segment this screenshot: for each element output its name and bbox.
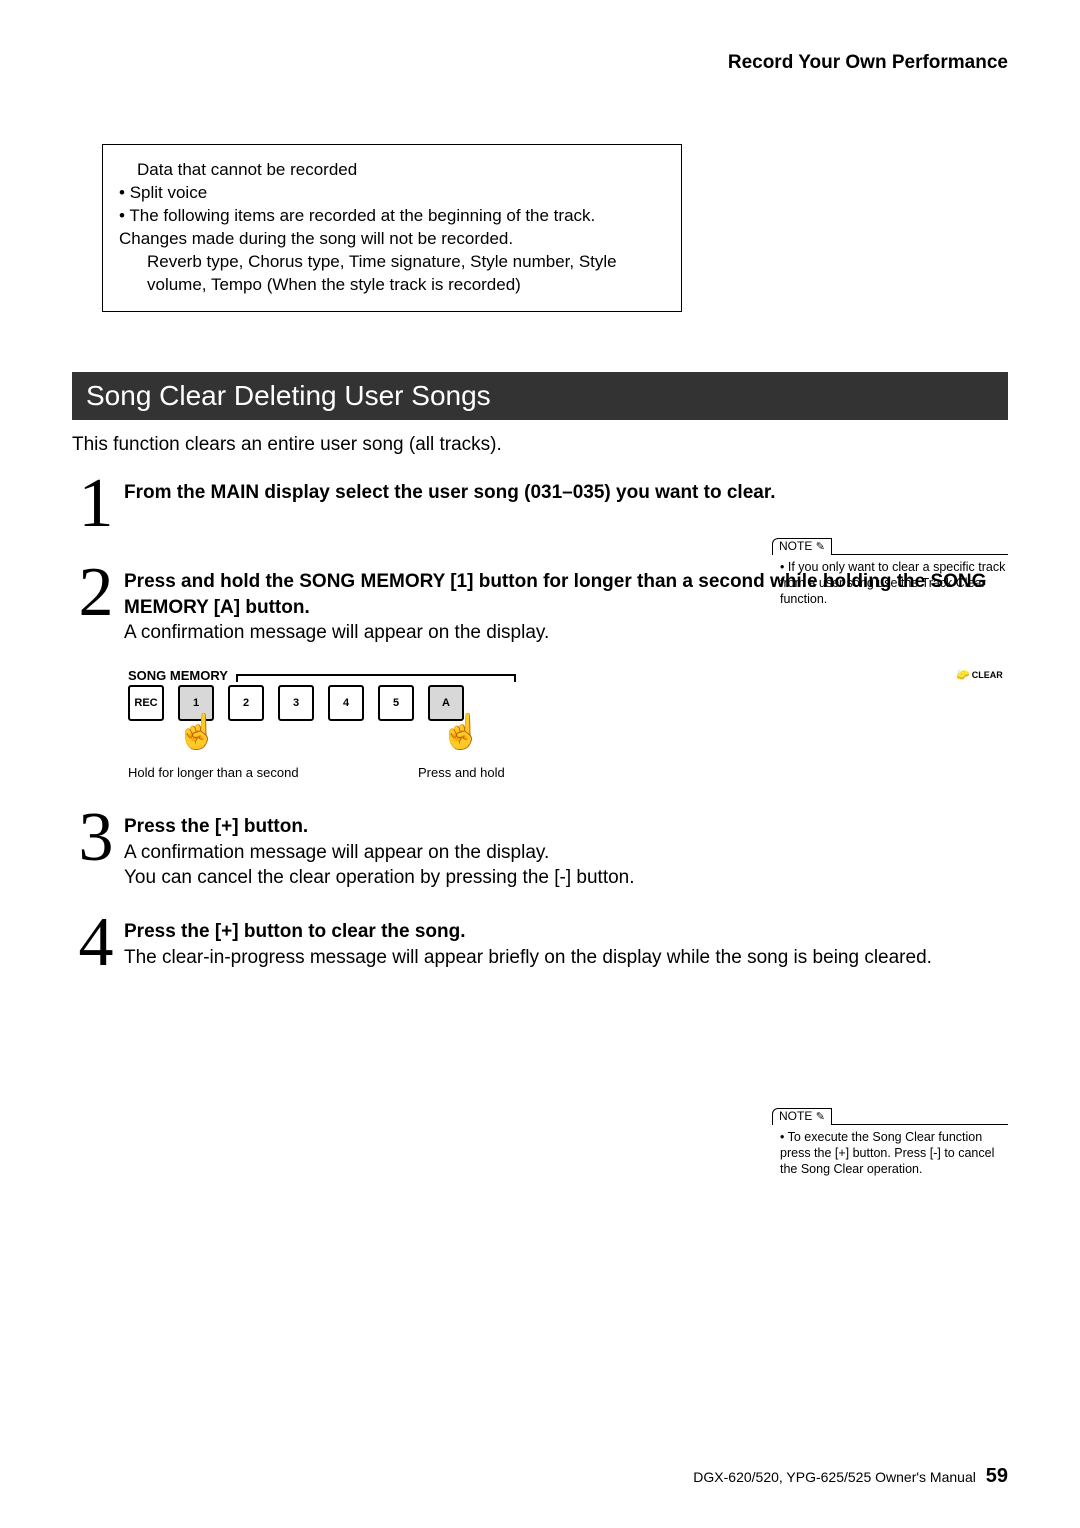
section-title-bar: Song Clear Deleting User Songs bbox=[72, 372, 1008, 420]
step-1: 1 From the MAIN display select the user … bbox=[72, 474, 1008, 534]
note-label: NOTE ✎ bbox=[772, 538, 832, 555]
step-2-instruction: Press and hold the SONG MEMORY [1] butto… bbox=[124, 571, 986, 618]
info-item-2: The following items are recorded at the … bbox=[113, 205, 663, 251]
hand-hold-icon: ☝ bbox=[440, 715, 482, 749]
step-4-instruction: Press the [+] button to clear the song. bbox=[124, 921, 466, 942]
clear-label: CLEAR bbox=[972, 670, 1003, 680]
bracket-line-icon bbox=[236, 674, 516, 678]
section-header: Record Your Own Performance bbox=[72, 52, 1008, 74]
memory-5-button: 5 bbox=[378, 685, 414, 721]
info-item-1: Split voice bbox=[113, 182, 663, 205]
note-box-2: NOTE ✎ To execute the Song Clear functio… bbox=[772, 1108, 1008, 1177]
step-1-instruction: From the MAIN display select the user so… bbox=[124, 482, 775, 503]
page-number: 59 bbox=[986, 1465, 1008, 1487]
rec-button: REC bbox=[128, 685, 164, 721]
diagram-heading: SONG MEMORY bbox=[128, 668, 228, 683]
memory-1-button: 1 ☝ bbox=[178, 685, 214, 721]
step-4-detail: The clear-in-progress message will appea… bbox=[124, 947, 932, 968]
memory-3-button: 3 bbox=[278, 685, 314, 721]
step-2: 2 Press and hold the SONG MEMORY [1] but… bbox=[72, 563, 1008, 646]
memory-2-button: 2 bbox=[228, 685, 264, 721]
diagram-annotation-right: Press and hold bbox=[418, 765, 505, 780]
memory-a-button: A ☝ bbox=[428, 685, 464, 721]
step-3: 3 Press the [+] button. A conﬁrmation me… bbox=[72, 808, 1008, 891]
step-3-detail-1: A conﬁrmation message will appear on the… bbox=[124, 842, 549, 863]
info-item-2-sub: Reverb type, Chorus type, Time signature… bbox=[113, 251, 663, 297]
step-2-detail: A conﬁrmation message will appear on the… bbox=[124, 622, 549, 643]
page-footer: DGX-620/520, YPG-625/525 Owner's Manual … bbox=[693, 1465, 1008, 1488]
eraser-icon: 🧽 bbox=[956, 668, 970, 681]
step-3-instruction: Press the [+] button. bbox=[124, 816, 308, 837]
song-memory-diagram: SONG MEMORY 🧽 CLEAR REC 1 ☝ 2 3 4 5 A ☝ … bbox=[128, 668, 1008, 780]
info-box-title: Data that cannot be recorded bbox=[113, 159, 663, 182]
step-1-number: 1 bbox=[72, 474, 120, 534]
step-4: 4 Press the [+] button to clear the song… bbox=[72, 913, 1008, 973]
pencil-icon: ✎ bbox=[816, 541, 825, 553]
diagram-annotation-left: Hold for longer than a second bbox=[128, 765, 368, 780]
manual-title: DGX-620/520, YPG-625/525 Owner's Manual bbox=[693, 1469, 976, 1485]
pencil-icon: ✎ bbox=[816, 1111, 825, 1123]
note-2-body: To execute the Song Clear function press… bbox=[780, 1130, 994, 1177]
step-3-detail-2: You can cancel the clear operation by pr… bbox=[124, 867, 635, 888]
note-label: NOTE ✎ bbox=[772, 1108, 832, 1125]
step-2-number: 2 bbox=[72, 563, 120, 623]
manual-page: Record Your Own Performance Data that ca… bbox=[0, 0, 1080, 1528]
intro-text: This function clears an entire user song… bbox=[72, 434, 502, 456]
memory-4-button: 4 bbox=[328, 685, 364, 721]
unrecordable-data-box: Data that cannot be recorded Split voice… bbox=[102, 144, 682, 312]
step-3-number: 3 bbox=[72, 808, 120, 868]
step-4-number: 4 bbox=[72, 913, 120, 973]
hand-press-icon: ☝ bbox=[176, 715, 218, 749]
